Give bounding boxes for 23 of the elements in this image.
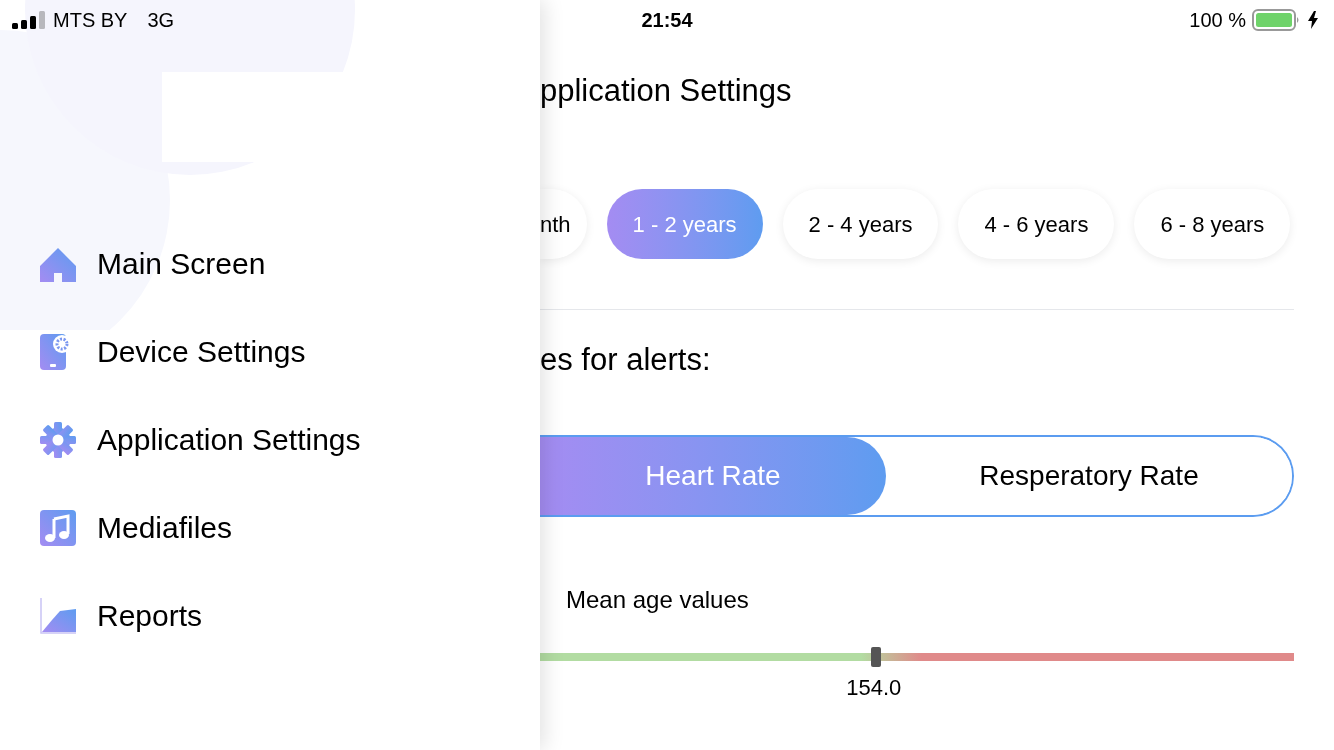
charging-icon [1308,11,1318,29]
menu-item[interactable]: Main Screen [97,244,266,284]
age-chip[interactable]: 2 - 4 years [782,189,939,259]
music-note-icon [40,510,76,546]
age-chip[interactable]: 4 - 6 years [958,189,1115,259]
network-type: 3G [147,8,175,33]
section-heading: es for alerts: [540,341,712,379]
battery-percent: 100 % [1189,8,1246,33]
menu-item[interactable]: Device Settings [97,332,306,372]
home-icon [40,246,76,282]
slider-thumb[interactable] [871,647,882,667]
slider-label: Mean age values [566,585,750,615]
page-title: pplication Settings [540,72,793,110]
menu-item[interactable]: Application Settings [97,420,361,460]
slider-value: 154.0 [846,675,902,701]
age-chip[interactable]: 6 - 8 years [1134,189,1291,259]
carrier-name: MTS BY [53,8,128,33]
signal-icon [12,10,45,30]
menu-item[interactable]: Mediafiles [97,508,233,548]
menu-item[interactable]: Reports [97,596,203,636]
clock-time: 21:54 [641,8,693,33]
area-chart-icon [40,598,76,634]
age-chip[interactable]: nth [540,189,587,259]
